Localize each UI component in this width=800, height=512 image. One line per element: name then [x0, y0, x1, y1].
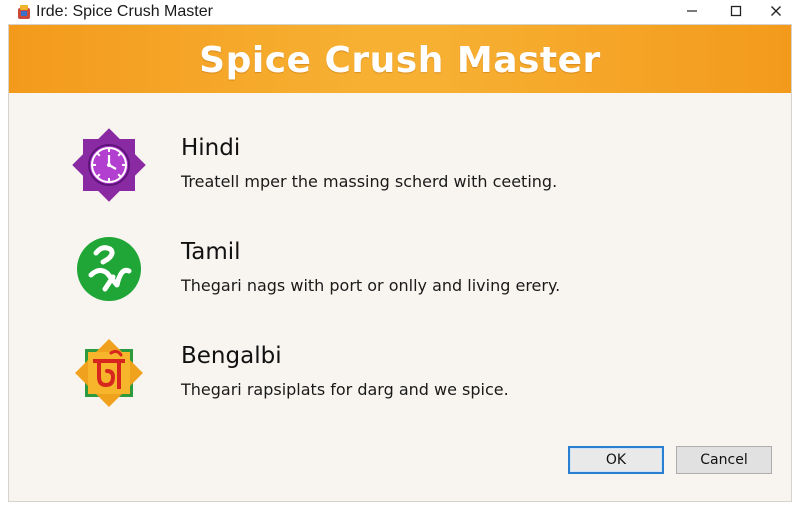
option-title: Tamil	[181, 239, 241, 265]
option-bengalbi[interactable]: Bengalbi Thegari rapsiplats for darg and…	[69, 333, 749, 413]
option-description: Thegari rapsiplats for darg and we spice…	[181, 380, 509, 399]
window-title: Irde: Spice Crush Master	[36, 3, 213, 20]
maximize-button[interactable]	[716, 0, 756, 22]
cancel-button[interactable]: Cancel	[676, 446, 772, 474]
option-tamil[interactable]: Tamil Thegari nags with port or onlly an…	[69, 229, 749, 309]
option-description: Treatell mper the massing scherd with ce…	[181, 172, 558, 191]
option-title: Bengalbi	[181, 343, 282, 369]
option-description: Thegari nags with port or onlly and livi…	[181, 276, 561, 295]
option-hindi[interactable]: Hindi Treatell mper the massing scherd w…	[69, 125, 749, 205]
banner-title: Spice Crush Master	[199, 39, 601, 81]
header-banner: Spice Crush Master	[9, 25, 791, 93]
minimize-icon	[687, 10, 697, 12]
dialog-content: Spice Crush Master Hindi Treatell mper t…	[8, 24, 792, 502]
app-icon	[18, 5, 30, 19]
green-circle-tamil-script-icon	[77, 237, 141, 301]
minimize-button[interactable]	[672, 0, 712, 22]
maximize-icon	[730, 5, 742, 17]
title-bar: Irde: Spice Crush Master	[0, 0, 800, 24]
purple-star-clock-icon	[72, 128, 146, 202]
dialog-window: Irde: Spice Crush Master Spice Crush Mas…	[0, 0, 800, 512]
close-icon	[771, 6, 781, 16]
ok-button[interactable]: OK	[568, 446, 664, 474]
option-title: Hindi	[181, 135, 241, 161]
close-button[interactable]	[756, 0, 796, 22]
orange-star-bengali-script-icon	[75, 339, 143, 407]
